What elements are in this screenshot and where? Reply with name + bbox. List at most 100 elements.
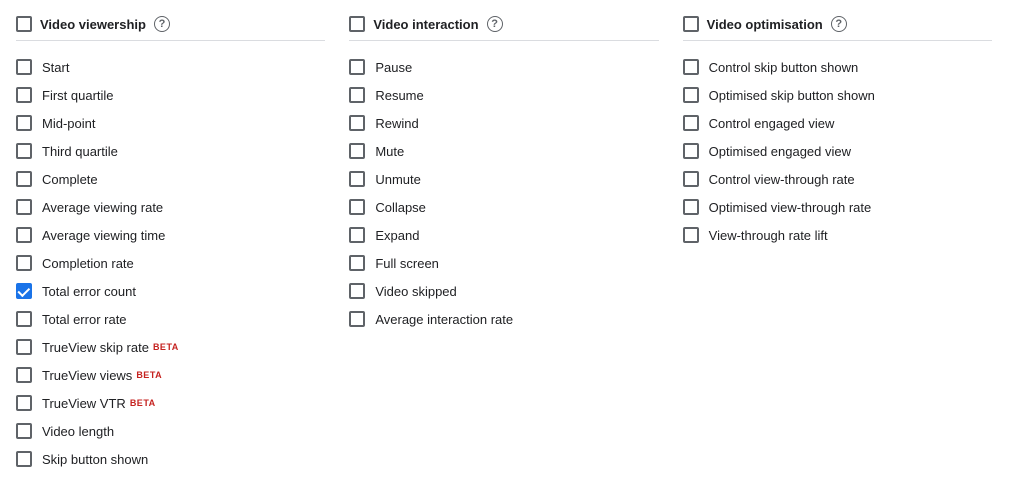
row-optimised-view-through[interactable]: Optimised view-through rate (683, 193, 992, 221)
checkbox-full-screen[interactable] (349, 255, 365, 271)
column-checkbox-optimisation[interactable] (683, 16, 699, 32)
row-avg-viewing-time[interactable]: Average viewing time (16, 221, 325, 249)
row-completion-rate[interactable]: Completion rate (16, 249, 325, 277)
checkbox-video-skipped[interactable] (349, 283, 365, 299)
row-optimised-skip-shown[interactable]: Optimised skip button shown (683, 81, 992, 109)
row-rewind[interactable]: Rewind (349, 109, 658, 137)
checkbox-avg-interaction-rate[interactable] (349, 311, 365, 327)
row-video-skipped[interactable]: Video skipped (349, 277, 658, 305)
label-third-quartile: Third quartile (42, 144, 118, 159)
checkbox-view-through-lift[interactable] (683, 227, 699, 243)
checkbox-total-error-count[interactable] (16, 283, 32, 299)
column-viewership: Video viewership? Start First quartileMid-… (16, 16, 349, 473)
column-header-viewership: Video viewership? (16, 16, 325, 41)
label-pause: Pause (375, 60, 412, 75)
beta-badge-trueview-skip-rate: BETA (153, 342, 179, 352)
row-third-quartile[interactable]: Third quartile (16, 137, 325, 165)
row-trueview-vtr[interactable]: TrueView VTRBETA (16, 389, 325, 417)
checkbox-control-view-through[interactable] (683, 171, 699, 187)
label-full-screen: Full screen (375, 256, 439, 271)
columns-container: Video viewership? Start First quartileMid-… (16, 16, 1016, 473)
label-expand: Expand (375, 228, 419, 243)
checkbox-trueview-skip-rate[interactable] (16, 339, 32, 355)
checkbox-optimised-view-through[interactable] (683, 199, 699, 215)
label-trueview-vtr: TrueView VTRBETA (42, 396, 156, 411)
checkbox-avg-viewing-time[interactable] (16, 227, 32, 243)
label-collapse: Collapse (375, 200, 426, 215)
column-title-viewership: Video viewership (40, 17, 146, 32)
checkbox-pause[interactable] (349, 59, 365, 75)
checkbox-collapse[interactable] (349, 199, 365, 215)
label-avg-viewing-time: Average viewing time (42, 228, 165, 243)
label-optimised-engaged-view: Optimised engaged view (709, 144, 851, 159)
row-total-error-rate[interactable]: Total error rate (16, 305, 325, 333)
label-complete: Complete (42, 172, 98, 187)
column-title-optimisation: Video optimisation (707, 17, 823, 32)
label-resume: Resume (375, 88, 423, 103)
checkbox-mute[interactable] (349, 143, 365, 159)
label-unmute: Unmute (375, 172, 421, 187)
row-expand[interactable]: Expand (349, 221, 658, 249)
checkbox-start[interactable] (16, 59, 32, 75)
label-view-through-lift: View-through rate lift (709, 228, 828, 243)
row-optimised-engaged-view[interactable]: Optimised engaged view (683, 137, 992, 165)
column-checkbox-interaction[interactable] (349, 16, 365, 32)
help-icon-interaction[interactable]: ? (487, 16, 503, 32)
label-start: Start (42, 60, 69, 75)
row-trueview-skip-rate[interactable]: TrueView skip rateBETA (16, 333, 325, 361)
checkbox-rewind[interactable] (349, 115, 365, 131)
row-control-engaged-view[interactable]: Control engaged view (683, 109, 992, 137)
row-skip-button-shown[interactable]: Skip button shown (16, 445, 325, 473)
row-collapse[interactable]: Collapse (349, 193, 658, 221)
checkbox-trueview-vtr[interactable] (16, 395, 32, 411)
row-mute[interactable]: Mute (349, 137, 658, 165)
checkbox-optimised-engaged-view[interactable] (683, 143, 699, 159)
column-checkbox-viewership[interactable] (16, 16, 32, 32)
row-avg-viewing-rate[interactable]: Average viewing rate (16, 193, 325, 221)
checkbox-control-skip-shown[interactable] (683, 59, 699, 75)
row-view-through-lift[interactable]: View-through rate lift (683, 221, 992, 249)
beta-badge-trueview-views: BETA (136, 370, 162, 380)
row-mid-point[interactable]: Mid-point (16, 109, 325, 137)
checkbox-avg-viewing-rate[interactable] (16, 199, 32, 215)
label-avg-viewing-rate: Average viewing rate (42, 200, 163, 215)
row-first-quartile[interactable]: First quartile (16, 81, 325, 109)
row-start[interactable]: Start (16, 53, 325, 81)
column-title-interaction: Video interaction (373, 17, 478, 32)
checkbox-total-error-rate[interactable] (16, 311, 32, 327)
checkbox-completion-rate[interactable] (16, 255, 32, 271)
row-full-screen[interactable]: Full screen (349, 249, 658, 277)
label-total-error-rate: Total error rate (42, 312, 127, 327)
column-header-optimisation: Video optimisation? (683, 16, 992, 41)
label-completion-rate: Completion rate (42, 256, 134, 271)
row-pause[interactable]: Pause (349, 53, 658, 81)
checkbox-unmute[interactable] (349, 171, 365, 187)
checkbox-first-quartile[interactable] (16, 87, 32, 103)
checkbox-skip-button-shown[interactable] (16, 451, 32, 467)
help-icon-optimisation[interactable]: ? (831, 16, 847, 32)
row-unmute[interactable]: Unmute (349, 165, 658, 193)
row-resume[interactable]: Resume (349, 81, 658, 109)
checkbox-optimised-skip-shown[interactable] (683, 87, 699, 103)
row-video-length[interactable]: Video length (16, 417, 325, 445)
checkbox-trueview-views[interactable] (16, 367, 32, 383)
label-video-skipped: Video skipped (375, 284, 456, 299)
row-control-skip-shown[interactable]: Control skip button shown (683, 53, 992, 81)
checkbox-third-quartile[interactable] (16, 143, 32, 159)
checkbox-expand[interactable] (349, 227, 365, 243)
checkbox-mid-point[interactable] (16, 115, 32, 131)
checkbox-control-engaged-view[interactable] (683, 115, 699, 131)
checkbox-resume[interactable] (349, 87, 365, 103)
row-complete[interactable]: Complete (16, 165, 325, 193)
row-total-error-count[interactable]: Total error count (16, 277, 325, 305)
label-trueview-views: TrueView viewsBETA (42, 368, 162, 383)
column-header-interaction: Video interaction? (349, 16, 658, 41)
help-icon-viewership[interactable]: ? (154, 16, 170, 32)
label-control-view-through: Control view-through rate (709, 172, 855, 187)
row-control-view-through[interactable]: Control view-through rate (683, 165, 992, 193)
row-trueview-views[interactable]: TrueView viewsBETA (16, 361, 325, 389)
column-optimisation: Video optimisation? Control skip button s… (683, 16, 1016, 473)
checkbox-complete[interactable] (16, 171, 32, 187)
row-avg-interaction-rate[interactable]: Average interaction rate (349, 305, 658, 333)
checkbox-video-length[interactable] (16, 423, 32, 439)
